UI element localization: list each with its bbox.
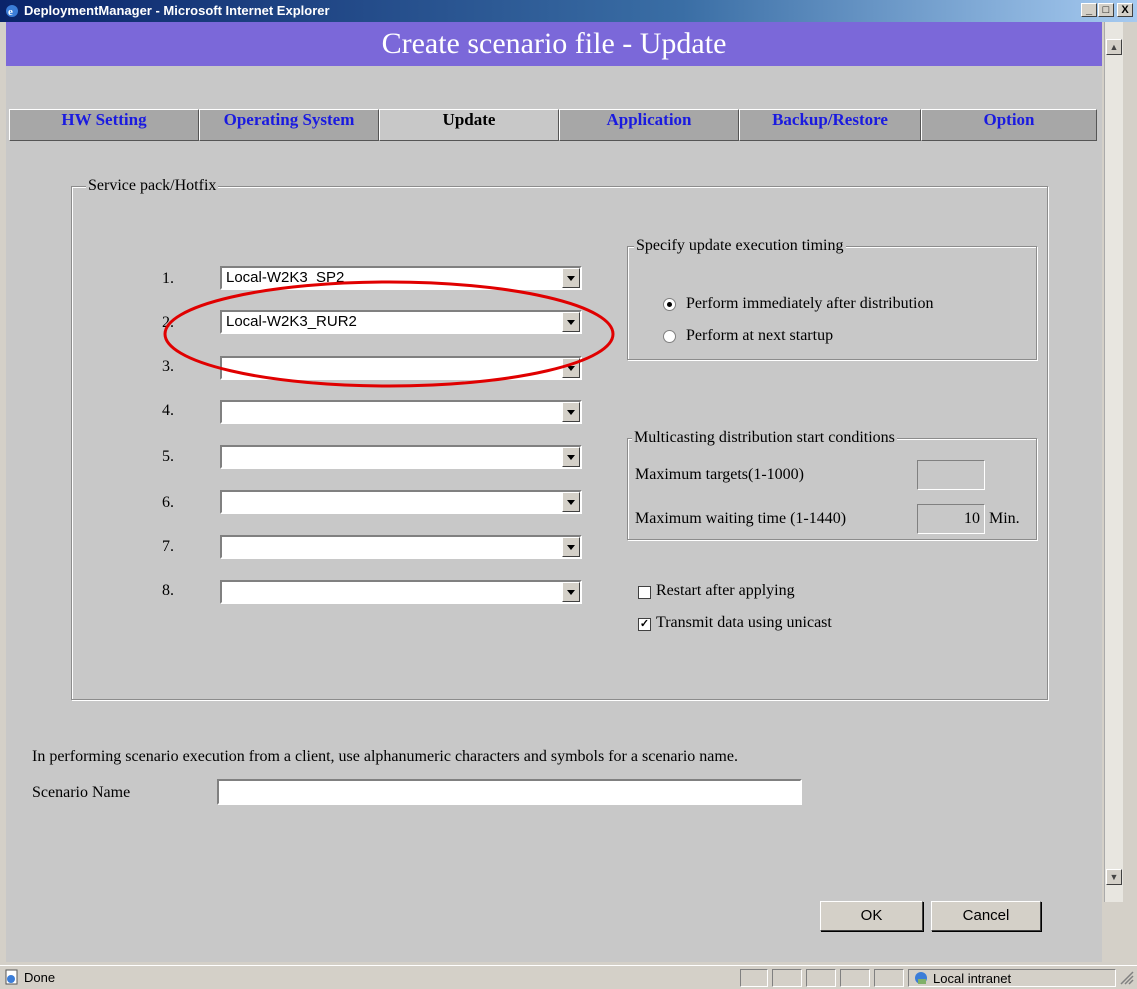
zone-cell: Local intranet xyxy=(908,969,1116,987)
unicast-checkbox-label: Transmit data using unicast xyxy=(656,614,832,631)
max-targets-label: Maximum targets(1-1000) xyxy=(635,466,805,483)
ie-logo-icon: e xyxy=(6,5,18,18)
max-wait-input[interactable]: 10 xyxy=(917,504,985,534)
max-wait-unit: Min. xyxy=(989,510,1020,527)
row-number: 8. xyxy=(162,582,174,599)
multicast-legend: Multicasting distribution start conditio… xyxy=(632,429,897,447)
hotfix-select-4[interactable] xyxy=(220,400,582,424)
dropdown-arrow-icon[interactable] xyxy=(562,447,580,467)
cancel-button[interactable]: Cancel xyxy=(931,901,1041,931)
max-wait-label: Maximum waiting time (1-1440) xyxy=(635,510,847,527)
dropdown-arrow-icon[interactable] xyxy=(562,537,580,557)
resize-grip-icon[interactable] xyxy=(1120,971,1134,985)
hotfix-select-6[interactable] xyxy=(220,490,582,514)
scroll-down-icon[interactable]: ▼ xyxy=(1106,869,1122,885)
ok-button[interactable]: OK xyxy=(820,901,923,931)
tab-option[interactable]: Option xyxy=(921,109,1097,141)
intranet-icon xyxy=(915,972,927,984)
tab-update[interactable]: Update xyxy=(379,109,559,141)
status-text: Done xyxy=(24,970,56,985)
restart-checkbox[interactable] xyxy=(638,586,651,599)
page-header: Create scenario file - Update xyxy=(6,22,1102,66)
page-done-icon xyxy=(5,969,18,985)
status-cell xyxy=(874,969,904,987)
radio-next-startup[interactable] xyxy=(663,330,676,343)
dropdown-arrow-icon[interactable] xyxy=(562,492,580,512)
restart-checkbox-label: Restart after applying xyxy=(656,582,795,599)
svg-text:e: e xyxy=(8,6,13,18)
annotation-ellipse xyxy=(163,280,615,388)
radio-immediate-label: Perform immediately after distribution xyxy=(686,295,934,312)
close-button[interactable]: X xyxy=(1117,3,1133,17)
minimize-button[interactable]: _ xyxy=(1081,3,1097,17)
maximize-button[interactable]: □ xyxy=(1098,3,1114,17)
page-content: Create scenario file - Update HW Setting… xyxy=(6,22,1102,962)
zone-text: Local intranet xyxy=(933,971,1012,986)
radio-next-startup-label: Perform at next startup xyxy=(686,327,834,344)
hotfix-select-8[interactable] xyxy=(220,580,582,604)
scenario-name-note: In performing scenario execution from a … xyxy=(32,748,738,765)
tab-hw-setting[interactable]: HW Setting xyxy=(9,109,199,141)
scenario-name-label: Scenario Name xyxy=(32,784,131,801)
unicast-checkbox[interactable]: ✓ xyxy=(638,618,651,631)
vertical-scrollbar[interactable]: ▲ ▼ xyxy=(1104,22,1123,902)
service-pack-legend: Service pack/Hotfix xyxy=(86,177,219,195)
title-bar: e DeploymentManager - Microsoft Internet… xyxy=(0,0,1137,22)
status-cell xyxy=(740,969,768,987)
scenario-name-input[interactable] xyxy=(217,779,802,805)
dropdown-arrow-icon[interactable] xyxy=(562,582,580,602)
tab-bar: HW Setting Operating System Update Appli… xyxy=(9,109,1097,141)
status-cell xyxy=(772,969,802,987)
tab-backup-restore[interactable]: Backup/Restore xyxy=(739,109,921,141)
status-cell xyxy=(806,969,836,987)
row-number: 7. xyxy=(162,538,174,555)
browser-window: e DeploymentManager - Microsoft Internet… xyxy=(0,0,1137,989)
hotfix-select-5[interactable] xyxy=(220,445,582,469)
max-targets-input[interactable] xyxy=(917,460,985,490)
tab-application[interactable]: Application xyxy=(559,109,739,141)
status-cell xyxy=(840,969,870,987)
row-number: 6. xyxy=(162,494,174,511)
dropdown-arrow-icon[interactable] xyxy=(562,402,580,422)
row-number: 5. xyxy=(162,448,174,465)
window-title: DeploymentManager - Microsoft Internet E… xyxy=(24,3,330,18)
tab-operating-system[interactable]: Operating System xyxy=(199,109,379,141)
hotfix-select-7[interactable] xyxy=(220,535,582,559)
scroll-up-icon[interactable]: ▲ xyxy=(1106,39,1122,55)
radio-immediate[interactable] xyxy=(663,298,676,311)
status-bar: Done Local intranet xyxy=(0,965,1137,989)
row-number: 4. xyxy=(162,402,174,419)
timing-legend: Specify update execution timing xyxy=(634,237,846,255)
